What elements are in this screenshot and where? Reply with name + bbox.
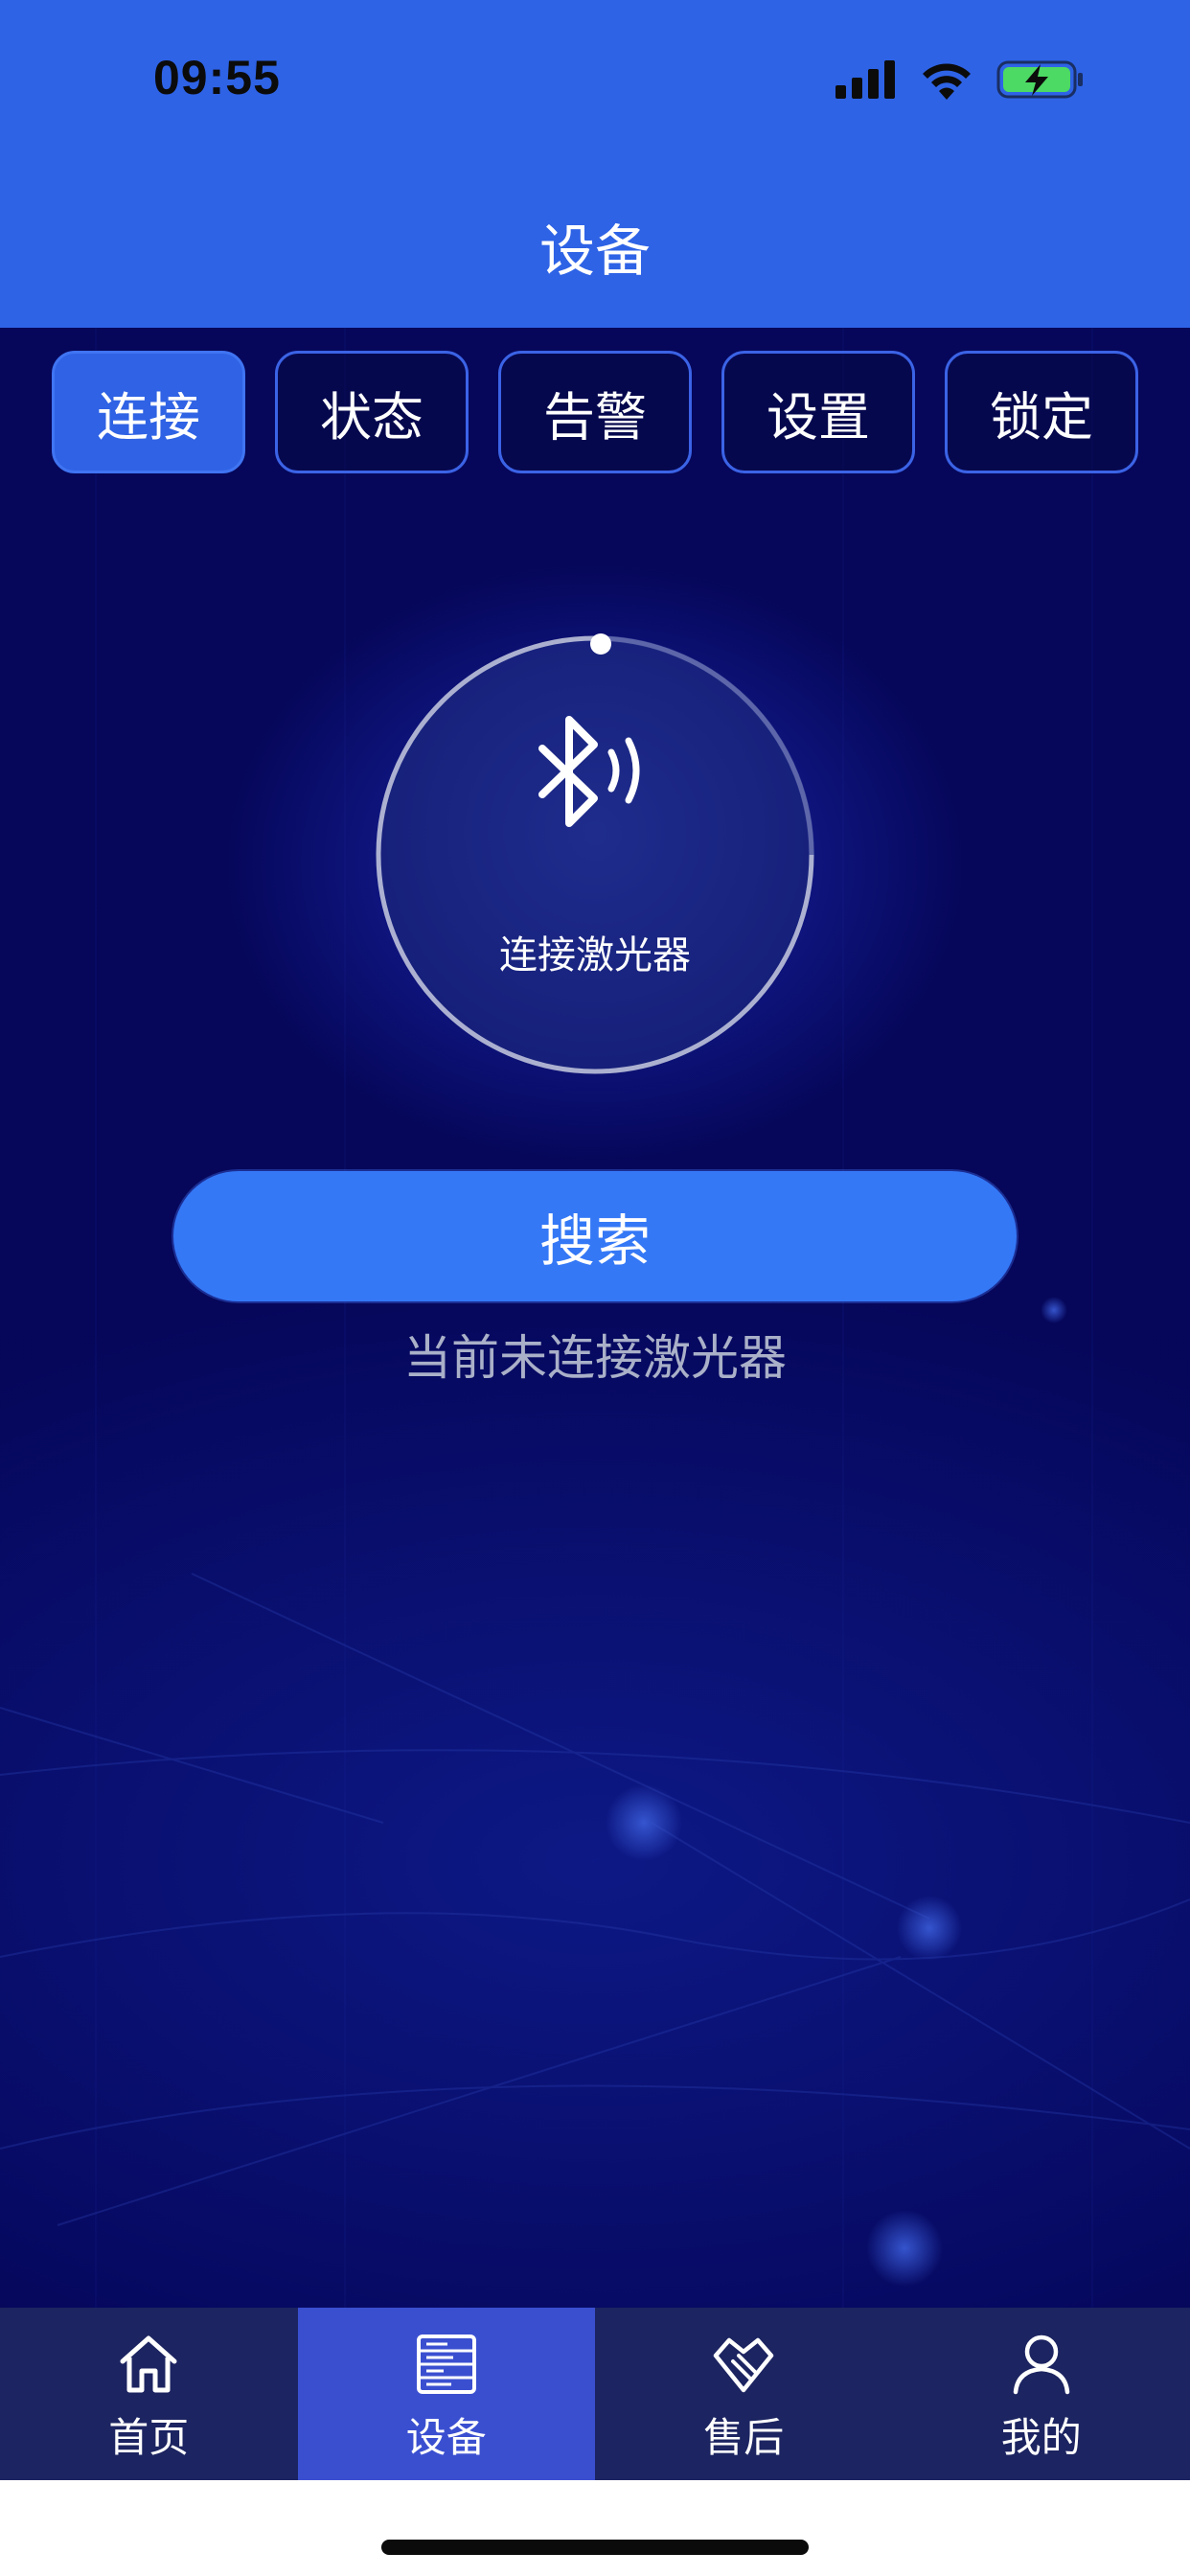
tabbar-label-mine: 我的 <box>1000 2414 1082 2461</box>
status-time: 09:55 <box>153 51 281 104</box>
connect-circle[interactable] <box>355 615 835 1094</box>
home-icon <box>113 2329 184 2400</box>
tabbar-label-device: 设备 <box>405 2414 487 2461</box>
tab-status[interactable]: 状态 <box>275 351 469 473</box>
bottom-tab-bar: 首页 设备 售后 我的 <box>0 2308 1190 2480</box>
tab-alarm[interactable]: 告警 <box>498 351 692 473</box>
home-indicator[interactable] <box>381 2540 809 2555</box>
device-icon <box>411 2329 482 2400</box>
search-button[interactable]: 搜索 <box>173 1171 1017 1301</box>
main-area: 连接 状态 告警 设置 锁定 连接激光器 搜索 当前未连接激光器 <box>0 328 1190 2308</box>
tab-settings[interactable]: 设置 <box>721 351 915 473</box>
connection-status-text: 当前未连接激光器 <box>403 1330 787 1386</box>
top-header: 09:55 设备 <box>0 0 1190 328</box>
battery-charging-icon <box>996 60 1083 99</box>
status-icons <box>835 56 1085 104</box>
bluetooth-icon <box>538 716 640 827</box>
tabbar-item-device[interactable]: 设备 <box>297 2308 595 2480</box>
tab-lock[interactable]: 锁定 <box>945 351 1138 473</box>
progress-ring <box>376 633 814 1074</box>
after-sales-icon <box>708 2329 779 2400</box>
connect-laser-label: 连接激光器 <box>499 933 691 978</box>
app-screen: 09:55 设备 连接 状态 告警 设置 锁定 连接激光器 搜索 当前未连接激光… <box>0 0 1190 2576</box>
tabbar-item-home[interactable]: 首页 <box>0 2308 298 2480</box>
tabbar-item-after-sales[interactable]: 售后 <box>595 2308 893 2480</box>
wifi-icon <box>923 63 971 100</box>
tabbar-label-home: 首页 <box>108 2414 190 2461</box>
page-title: 设备 <box>538 218 651 284</box>
tabbar-item-mine[interactable]: 我的 <box>893 2308 1190 2480</box>
home-indicator-area <box>0 2480 1190 2576</box>
device-tabs: 连接 状态 告警 设置 锁定 <box>52 351 1138 473</box>
cellular-signal-icon <box>835 60 895 99</box>
tab-connect[interactable]: 连接 <box>52 351 245 473</box>
user-icon <box>1006 2329 1077 2400</box>
tabbar-label-after-sales: 售后 <box>703 2414 785 2461</box>
